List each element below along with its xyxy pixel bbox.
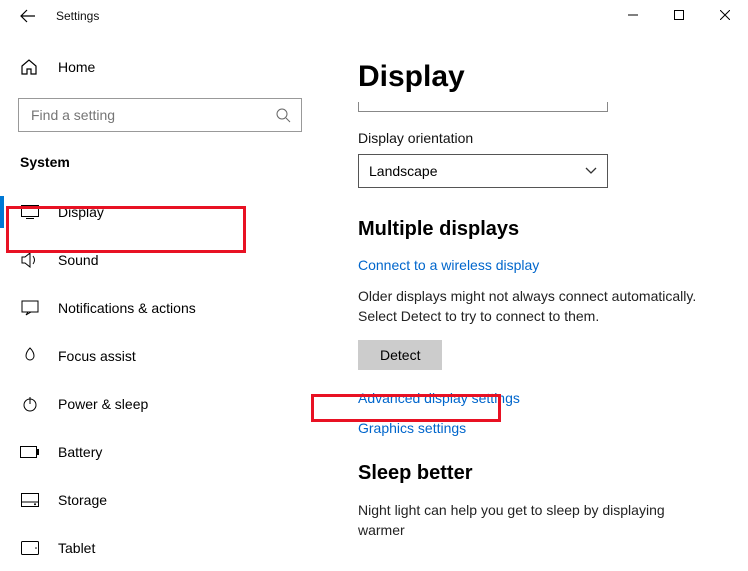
sidebar-nav: Display Sound Notifications & actions Fo… xyxy=(0,180,320,571)
orientation-label: Display orientation xyxy=(358,130,710,146)
sidebar-item-label: Storage xyxy=(58,492,107,508)
sound-icon xyxy=(20,252,40,268)
sidebar-section-label: System xyxy=(0,154,320,180)
main-content: Display Display orientation Landscape Mu… xyxy=(320,32,748,571)
sidebar-item-power-sleep[interactable]: Power & sleep xyxy=(0,380,320,428)
sleep-better-text: Night light can help you get to sleep by… xyxy=(358,501,710,540)
graphics-settings-link[interactable]: Graphics settings xyxy=(358,420,710,436)
orientation-select[interactable]: Landscape xyxy=(358,154,608,188)
display-icon xyxy=(20,205,40,219)
chevron-down-icon xyxy=(585,167,597,175)
sidebar-item-label: Sound xyxy=(58,252,98,268)
sidebar-item-label: Tablet xyxy=(58,540,95,556)
wireless-display-link[interactable]: Connect to a wireless display xyxy=(358,257,710,273)
maximize-icon xyxy=(674,10,684,20)
detect-description: Older displays might not always connect … xyxy=(358,287,710,326)
window-controls xyxy=(610,0,748,30)
orientation-value: Landscape xyxy=(369,163,438,179)
minimize-button[interactable] xyxy=(610,0,656,30)
maximize-button[interactable] xyxy=(656,0,702,30)
tablet-icon xyxy=(20,541,40,555)
sidebar-item-storage[interactable]: Storage xyxy=(0,476,320,524)
sidebar-home[interactable]: Home xyxy=(0,48,320,86)
power-icon xyxy=(20,396,40,412)
search-input[interactable] xyxy=(29,106,275,124)
sidebar-item-label: Notifications & actions xyxy=(58,300,196,316)
close-button[interactable] xyxy=(702,0,748,30)
focus-assist-icon xyxy=(20,347,40,365)
arrow-left-icon xyxy=(20,8,36,24)
notifications-icon xyxy=(20,300,40,316)
sidebar-item-battery[interactable]: Battery xyxy=(0,428,320,476)
storage-icon xyxy=(20,493,40,507)
window-title: Settings xyxy=(56,9,99,23)
battery-icon xyxy=(20,446,40,458)
sleep-better-heading: Sleep better xyxy=(358,462,710,485)
divider-bracket xyxy=(358,102,608,112)
detect-button[interactable]: Detect xyxy=(358,340,442,370)
sidebar-item-tablet[interactable]: Tablet xyxy=(0,524,320,571)
home-icon xyxy=(20,58,40,76)
sidebar-item-focus-assist[interactable]: Focus assist xyxy=(0,332,320,380)
sidebar: Home System Display Sound xyxy=(0,32,320,571)
sidebar-item-label: Power & sleep xyxy=(58,396,148,412)
sidebar-item-label: Battery xyxy=(58,444,102,460)
page-title: Display xyxy=(358,60,710,94)
sidebar-item-sound[interactable]: Sound xyxy=(0,236,320,284)
advanced-display-link[interactable]: Advanced display settings xyxy=(358,390,710,406)
multiple-displays-heading: Multiple displays xyxy=(358,218,710,241)
sidebar-home-label: Home xyxy=(58,59,95,75)
sidebar-item-display[interactable]: Display xyxy=(0,188,320,236)
minimize-icon xyxy=(628,10,638,20)
search-icon xyxy=(275,107,291,123)
sidebar-item-label: Focus assist xyxy=(58,348,136,364)
back-button[interactable] xyxy=(16,4,40,28)
search-box[interactable] xyxy=(18,98,302,132)
sidebar-item-notifications[interactable]: Notifications & actions xyxy=(0,284,320,332)
sidebar-item-label: Display xyxy=(58,204,104,220)
close-icon xyxy=(720,10,730,20)
